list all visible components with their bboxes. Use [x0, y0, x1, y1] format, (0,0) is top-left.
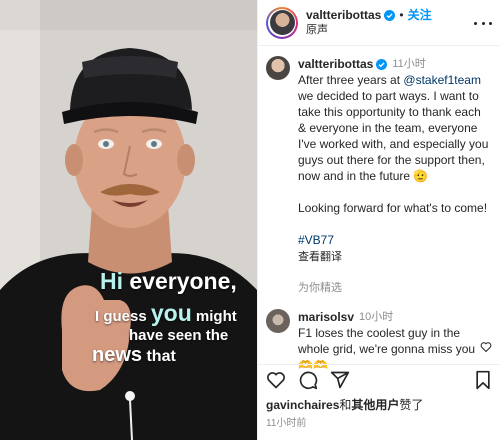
mention-link[interactable]: @stakef1team — [403, 73, 481, 87]
video-caption-line-1: Hi everyone, — [100, 268, 237, 294]
caption-text: After three years at @stakef1team we dec… — [298, 73, 489, 247]
liker-username-link[interactable]: gavinchaires — [266, 398, 339, 412]
profile-avatar-story-ring[interactable] — [266, 6, 298, 39]
header-username-link[interactable]: valtteribottas — [306, 8, 381, 23]
comment-icon[interactable] — [298, 370, 318, 390]
other-likers-link[interactable]: 其他用户 — [351, 398, 399, 412]
commenter-username-link[interactable]: marisolsv — [298, 309, 354, 325]
verified-badge-icon — [384, 9, 396, 21]
caption-timestamp[interactable]: 11小时 — [392, 56, 425, 72]
post-side-panel: valtteribottas • 关注 原声 valtteribottas 11… — [257, 0, 500, 440]
follow-button[interactable]: 关注 — [408, 8, 432, 23]
original-audio-link[interactable]: 原声 — [306, 23, 432, 38]
post-action-bar — [258, 364, 500, 394]
avatar — [269, 10, 295, 35]
more-icon[interactable] — [474, 14, 492, 32]
likes-summary: gavinchaires和其他用户赞了 — [266, 398, 424, 412]
caption-username-link[interactable]: valtteribottas — [298, 56, 373, 72]
video-frame-illustration — [0, 0, 257, 440]
commenter-avatar[interactable] — [266, 309, 290, 333]
post-comments-area: valtteribottas 11小时 After three years at… — [258, 46, 500, 373]
share-icon[interactable] — [330, 370, 350, 390]
reel-video[interactable]: Hi everyone, I guess you might have seen … — [0, 0, 257, 440]
header-separator: • — [399, 7, 404, 22]
video-caption-line-3: news that — [92, 344, 176, 366]
comment-like-heart-icon[interactable] — [480, 341, 492, 353]
video-caption-line-2: I guess you might have seen the — [95, 300, 237, 344]
post-header: valtteribottas • 关注 原声 — [258, 0, 500, 46]
verified-badge-icon — [376, 58, 388, 70]
heart-icon[interactable] — [266, 370, 286, 390]
featured-for-you-label: 为你精选 — [298, 282, 342, 294]
post-timestamp[interactable]: 11小时前 — [266, 414, 306, 429]
instagram-post-view: Hi everyone, I guess you might have seen … — [0, 0, 500, 440]
caption-author-avatar[interactable] — [266, 56, 290, 80]
post-caption: valtteribottas 11小时 After three years at… — [266, 56, 492, 265]
save-icon[interactable] — [474, 370, 492, 390]
hashtag-link[interactable]: #VB77 — [298, 233, 334, 247]
comment-timestamp: 10小时 — [359, 311, 394, 323]
see-translation-link[interactable]: 查看翻译 — [298, 249, 492, 265]
